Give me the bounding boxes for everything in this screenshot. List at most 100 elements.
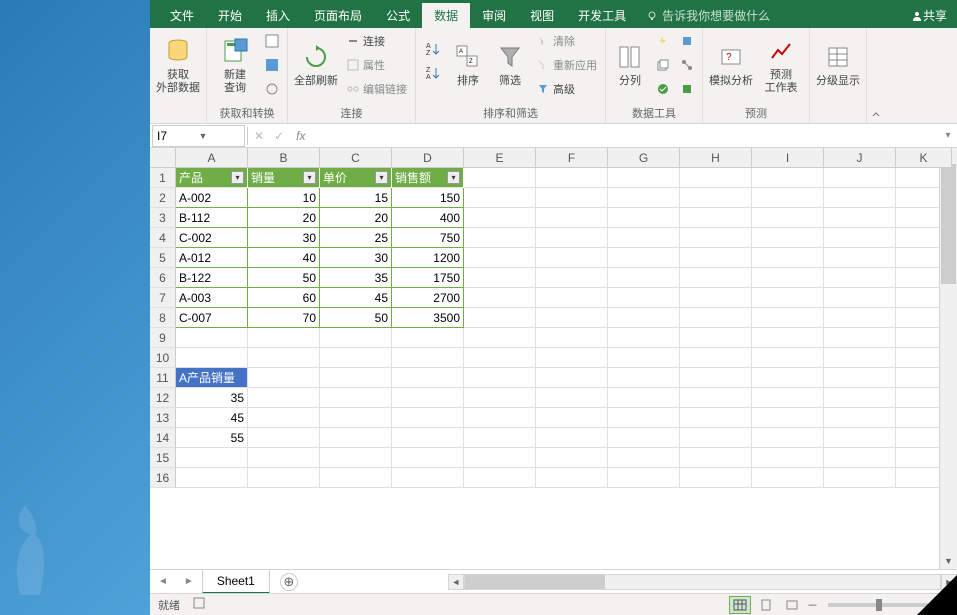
scroll-left-button[interactable]: ◄ [448, 574, 464, 590]
relationships-button[interactable] [676, 54, 698, 76]
cell-I2[interactable] [752, 188, 824, 208]
expand-formula-bar-button[interactable]: ▾ [939, 130, 957, 141]
remove-dup-button[interactable] [652, 54, 674, 76]
table-header-cell[interactable]: 产品▾ [176, 168, 248, 188]
filter-dropdown-button[interactable]: ▾ [231, 171, 244, 184]
text-to-columns-button[interactable]: 分列 [610, 30, 650, 100]
tab-dev[interactable]: 开发工具 [566, 3, 638, 28]
cell-I15[interactable] [752, 448, 824, 468]
cell-F3[interactable] [536, 208, 608, 228]
normal-view-button[interactable] [729, 596, 751, 614]
cell-E11[interactable] [464, 368, 536, 388]
flash-fill-button[interactable] [652, 30, 674, 52]
cell-E8[interactable] [464, 308, 536, 328]
reapply-button[interactable]: 重新应用 [532, 54, 601, 76]
cell-G7[interactable] [608, 288, 680, 308]
cell-B12[interactable] [248, 388, 320, 408]
cell-F10[interactable] [536, 348, 608, 368]
cell-C13[interactable] [320, 408, 392, 428]
cell-B9[interactable] [248, 328, 320, 348]
table-cell[interactable]: 15 [320, 188, 392, 208]
cell-I9[interactable] [752, 328, 824, 348]
advanced-filter-button[interactable]: 高级 [532, 78, 601, 100]
cell-a13[interactable]: 45 [176, 408, 248, 428]
row-header-15[interactable]: 15 [150, 448, 176, 468]
cell-F1[interactable] [536, 168, 608, 188]
cell-D11[interactable] [392, 368, 464, 388]
outline-button[interactable]: 分级显示 [814, 30, 862, 100]
refresh-all-button[interactable]: 全部刷新 [292, 30, 340, 100]
table-cell[interactable]: 150 [392, 188, 464, 208]
cell-C12[interactable] [320, 388, 392, 408]
cell-C10[interactable] [320, 348, 392, 368]
cell-J4[interactable] [824, 228, 896, 248]
table-cell[interactable]: 70 [248, 308, 320, 328]
sort-desc-button[interactable]: ZA [420, 62, 446, 84]
cell-I3[interactable] [752, 208, 824, 228]
table-header-cell[interactable]: 销售额▾ [392, 168, 464, 188]
table-cell[interactable]: B-112 [176, 208, 248, 228]
cell-E10[interactable] [464, 348, 536, 368]
cell-I11[interactable] [752, 368, 824, 388]
cell-D16[interactable] [392, 468, 464, 488]
edit-links-button[interactable]: 编辑链接 [342, 78, 411, 100]
table-cell[interactable]: 25 [320, 228, 392, 248]
tab-home[interactable]: 开始 [206, 3, 254, 28]
cell-I1[interactable] [752, 168, 824, 188]
cell-a12[interactable]: 35 [176, 388, 248, 408]
cell-C15[interactable] [320, 448, 392, 468]
cell-H15[interactable] [680, 448, 752, 468]
cell-H9[interactable] [680, 328, 752, 348]
col-header-C[interactable]: C [320, 148, 392, 168]
cell-C14[interactable] [320, 428, 392, 448]
col-header-J[interactable]: J [824, 148, 896, 168]
cell-E13[interactable] [464, 408, 536, 428]
cell-G2[interactable] [608, 188, 680, 208]
cell-I13[interactable] [752, 408, 824, 428]
table-cell[interactable]: A-012 [176, 248, 248, 268]
table-cell[interactable]: 30 [320, 248, 392, 268]
cell-H11[interactable] [680, 368, 752, 388]
col-header-B[interactable]: B [248, 148, 320, 168]
share-button[interactable]: 共享 [911, 7, 947, 24]
filter-button[interactable]: 筛选 [490, 30, 530, 100]
row-header-3[interactable]: 3 [150, 208, 176, 228]
table-cell[interactable]: 20 [320, 208, 392, 228]
cell-H6[interactable] [680, 268, 752, 288]
col-header-G[interactable]: G [608, 148, 680, 168]
show-queries-button[interactable] [261, 30, 283, 52]
cell-A10[interactable] [176, 348, 248, 368]
cell-G3[interactable] [608, 208, 680, 228]
cell-G5[interactable] [608, 248, 680, 268]
cell-A15[interactable] [176, 448, 248, 468]
data-validation-button[interactable] [652, 78, 674, 100]
spreadsheet-grid[interactable]: ABCDEFGHIJK 12345678910111213141516 产品▾销… [150, 148, 957, 569]
tell-me[interactable]: 告诉我你想要做什么 [646, 7, 770, 24]
cell-E14[interactable] [464, 428, 536, 448]
cell-a14[interactable]: 55 [176, 428, 248, 448]
cell-E9[interactable] [464, 328, 536, 348]
cell-J12[interactable] [824, 388, 896, 408]
cell-H4[interactable] [680, 228, 752, 248]
filter-dropdown-button[interactable]: ▾ [303, 171, 316, 184]
cell-J1[interactable] [824, 168, 896, 188]
cell-H3[interactable] [680, 208, 752, 228]
cell-G16[interactable] [608, 468, 680, 488]
sheet-nav-prev[interactable]: ◄ [150, 576, 176, 587]
cell-B16[interactable] [248, 468, 320, 488]
cell-F9[interactable] [536, 328, 608, 348]
fx-icon[interactable]: fx [290, 129, 311, 143]
cell-E2[interactable] [464, 188, 536, 208]
table-cell[interactable]: 35 [320, 268, 392, 288]
cell-B15[interactable] [248, 448, 320, 468]
cell-D14[interactable] [392, 428, 464, 448]
cell-H2[interactable] [680, 188, 752, 208]
cell-F5[interactable] [536, 248, 608, 268]
cell-F16[interactable] [536, 468, 608, 488]
row-header-16[interactable]: 16 [150, 468, 176, 488]
cell-C11[interactable] [320, 368, 392, 388]
cell-F6[interactable] [536, 268, 608, 288]
row-header-12[interactable]: 12 [150, 388, 176, 408]
table-cell[interactable]: 3500 [392, 308, 464, 328]
cell-H5[interactable] [680, 248, 752, 268]
